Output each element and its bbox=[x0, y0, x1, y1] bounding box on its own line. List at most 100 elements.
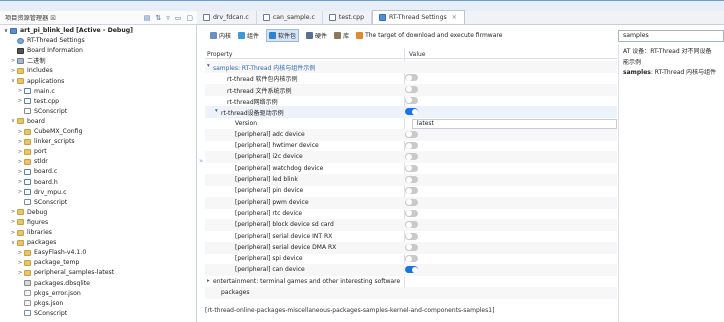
tree-item[interactable]: > Debug bbox=[10, 208, 48, 217]
enable-toggle[interactable] bbox=[405, 74, 418, 82]
property-row[interactable]: [peripheral] watchdog device bbox=[205, 163, 617, 175]
property-row[interactable]: [peripheral] adc device bbox=[205, 128, 617, 141]
tree-item[interactable]: > peripheral_samples-latest bbox=[17, 268, 114, 277]
expand-right-icon[interactable]: > bbox=[10, 68, 16, 74]
minimize-icon[interactable]: ▭ bbox=[175, 14, 182, 22]
collapse-all-icon[interactable]: ▤ bbox=[144, 14, 151, 22]
expand-right-icon[interactable]: > bbox=[17, 159, 23, 165]
tree-item[interactable]: > port bbox=[17, 147, 47, 156]
property-row[interactable]: [peripheral] i2c device bbox=[205, 151, 617, 164]
expand-down-icon[interactable]: ∨ bbox=[10, 78, 16, 84]
expand-down-icon[interactable]: ▾ bbox=[207, 63, 210, 69]
tree-item[interactable]: packages.dbsqlite bbox=[17, 279, 90, 288]
toolbar-button[interactable]: 硬件 bbox=[306, 31, 327, 40]
expand-right-icon[interactable]: > bbox=[17, 179, 23, 185]
editor-tab[interactable]: drv_fdcan.c bbox=[197, 11, 257, 24]
property-row[interactable]: rt-thread 文件系统示例 bbox=[205, 83, 617, 96]
version-field[interactable]: latest bbox=[412, 118, 617, 129]
expand-down-icon[interactable]: ▾ bbox=[215, 108, 218, 114]
toolbar-button[interactable]: The target of download and execute firmw… bbox=[356, 32, 502, 39]
expand-down-icon[interactable]: ∨ bbox=[3, 28, 9, 34]
property-row[interactable]: [peripheral] led blink bbox=[205, 174, 617, 186]
property-row[interactable]: rt-thread网络示例 bbox=[205, 95, 617, 107]
property-row[interactable]: ▸ entertainment: terminal games and other… bbox=[205, 276, 617, 288]
panel-sash-icon[interactable]: » bbox=[199, 157, 203, 165]
enable-toggle[interactable] bbox=[405, 232, 418, 240]
tree-item[interactable]: > board.h bbox=[17, 178, 58, 187]
tree-item[interactable]: > 二进制 bbox=[10, 56, 46, 65]
enable-toggle[interactable] bbox=[405, 164, 418, 172]
column-value[interactable]: Value bbox=[409, 51, 425, 58]
tree-item[interactable]: > linker_scripts bbox=[17, 137, 75, 146]
property-row[interactable]: [peripheral] pwm device bbox=[205, 196, 617, 209]
property-row[interactable]: [peripheral] block device sd card bbox=[205, 219, 617, 232]
tree-item[interactable]: RT-Thread Settings bbox=[10, 36, 85, 45]
tree-item[interactable]: Board Information bbox=[10, 46, 83, 55]
expand-right-icon[interactable]: > bbox=[10, 219, 16, 225]
expand-down-icon[interactable]: ∨ bbox=[10, 118, 16, 124]
tree-item[interactable]: ∨ applications bbox=[10, 77, 64, 86]
tree-item[interactable]: > stldr bbox=[17, 157, 48, 166]
property-row[interactable]: [peripheral] hwtimer device bbox=[205, 140, 617, 152]
expand-right-icon[interactable]: > bbox=[17, 129, 23, 135]
expand-right-icon[interactable]: > bbox=[17, 149, 23, 155]
maximize-icon[interactable]: ▢ bbox=[186, 14, 193, 22]
tree-item[interactable]: pkgs.json bbox=[17, 299, 63, 308]
enable-toggle[interactable] bbox=[405, 153, 418, 161]
tree-item[interactable]: > package_temp bbox=[17, 258, 80, 267]
tree-item[interactable]: > libraries bbox=[10, 228, 52, 237]
enable-toggle[interactable] bbox=[405, 108, 418, 116]
enable-toggle[interactable] bbox=[405, 209, 418, 217]
toolbar-button[interactable]: 内核 bbox=[210, 31, 231, 40]
property-row[interactable]: ▾ samples: RT-Thread 内核与组件示例 bbox=[205, 61, 617, 73]
enable-toggle[interactable] bbox=[405, 198, 418, 206]
enable-toggle[interactable] bbox=[405, 187, 418, 195]
toolbar-button[interactable]: 软件包 bbox=[266, 29, 300, 42]
link-editor-icon[interactable]: ⇅ bbox=[155, 14, 161, 22]
enable-toggle[interactable] bbox=[405, 96, 418, 104]
property-row[interactable]: packages bbox=[205, 287, 617, 299]
search-input[interactable]: samples bbox=[618, 30, 724, 42]
expand-right-icon[interactable]: > bbox=[17, 139, 23, 145]
tree-item[interactable]: > EasyFlash-v4.1.0 bbox=[17, 248, 87, 257]
property-row[interactable]: [peripheral] rtc device bbox=[205, 208, 617, 220]
tree-item[interactable]: SConscript bbox=[17, 309, 67, 318]
expand-right-icon[interactable]: > bbox=[17, 88, 23, 94]
expand-right-icon[interactable]: > bbox=[10, 230, 16, 236]
enable-toggle[interactable] bbox=[405, 142, 418, 150]
expand-right-icon[interactable]: > bbox=[17, 270, 23, 276]
toolbar-button[interactable]: 组件 bbox=[238, 31, 259, 40]
property-row[interactable]: rt-thread 软件包内核示例 bbox=[205, 72, 617, 84]
tree-item[interactable]: > figures bbox=[10, 218, 49, 227]
tree-item[interactable]: > drv_mpu.c bbox=[17, 188, 67, 197]
enable-toggle[interactable] bbox=[405, 243, 418, 251]
editor-tab[interactable]: RT-Thread Settings ✕ bbox=[372, 10, 465, 24]
close-tab-icon[interactable]: ✕ bbox=[452, 14, 457, 21]
column-property[interactable]: Property bbox=[207, 51, 232, 58]
expand-right-icon[interactable]: > bbox=[17, 189, 23, 195]
expand-right-icon[interactable]: ▸ bbox=[207, 278, 210, 284]
tree-item[interactable]: > main.c bbox=[17, 87, 55, 96]
tree-item[interactable]: ∨ board bbox=[10, 117, 45, 126]
tree-item[interactable]: > CubeMX_Config bbox=[17, 127, 83, 136]
tree-item[interactable]: > board.c bbox=[17, 167, 58, 176]
property-row[interactable]: [peripheral] pin device bbox=[205, 185, 617, 197]
expand-right-icon[interactable]: > bbox=[10, 209, 16, 215]
enable-toggle[interactable] bbox=[405, 130, 418, 138]
expand-right-icon[interactable]: > bbox=[10, 58, 16, 64]
editor-tab[interactable]: test.cpp bbox=[323, 11, 373, 24]
property-row[interactable]: [peripheral] spi device bbox=[205, 253, 617, 265]
expand-right-icon[interactable]: > bbox=[17, 250, 23, 256]
property-row[interactable]: Version latest bbox=[205, 118, 617, 130]
expand-right-icon[interactable]: > bbox=[17, 98, 23, 104]
tree-item[interactable]: > test.cpp bbox=[17, 97, 59, 106]
expand-right-icon[interactable]: > bbox=[17, 260, 23, 266]
tree-item[interactable]: ∨ packages bbox=[10, 238, 56, 247]
editor-tab[interactable]: can_sample.c bbox=[257, 11, 323, 24]
enable-toggle[interactable] bbox=[405, 255, 418, 263]
tree-item[interactable]: SConscript bbox=[17, 198, 67, 207]
enable-toggle[interactable] bbox=[405, 176, 418, 183]
tree-item[interactable]: > Includes bbox=[10, 66, 53, 75]
property-row[interactable]: [peripheral] serial device INT RX bbox=[205, 231, 617, 243]
enable-toggle[interactable] bbox=[405, 85, 418, 93]
